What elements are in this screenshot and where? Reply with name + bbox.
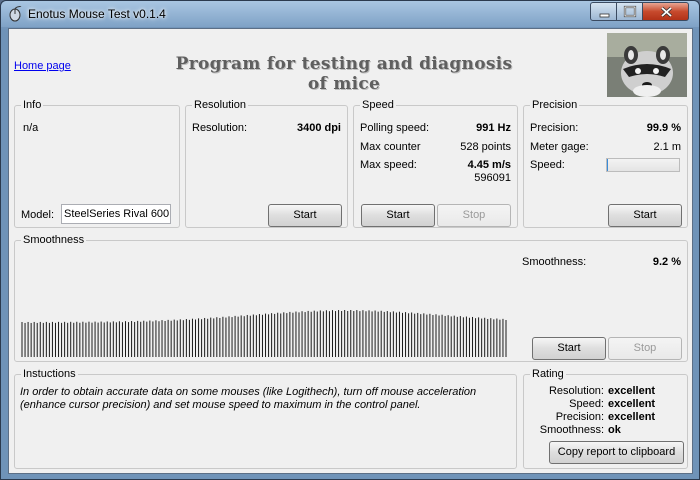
max-counter-value: 528 points xyxy=(460,141,511,153)
rating-speed-label: Speed: xyxy=(569,398,604,410)
precision-value: 99.9 % xyxy=(646,122,681,134)
polling-speed-value: 991 Hz xyxy=(476,122,511,134)
raccoon-image xyxy=(607,33,687,97)
meter-gage-label: Meter gage: xyxy=(530,141,589,153)
precision-speed-label: Speed: xyxy=(530,159,565,171)
resolution-group: Resolution Resolution: 3400 dpi Start xyxy=(185,99,348,228)
precision-group: Precision Precision: 99.9 % Meter gage: … xyxy=(523,99,688,228)
max-speed-value: 4.45 m/s xyxy=(467,159,511,171)
program-banner: Program for testing and diagnosis of mic… xyxy=(175,54,513,94)
home-page-link[interactable]: Home page xyxy=(14,60,71,72)
speed-group: Speed Polling speed: 991 Hz Max counter … xyxy=(353,99,518,228)
maximize-icon xyxy=(623,5,637,18)
smoothness-graph xyxy=(21,310,507,357)
speed-stop-button[interactable]: Stop xyxy=(437,204,511,227)
precision-speed-bar xyxy=(606,158,680,172)
rating-legend: Rating xyxy=(530,368,566,381)
mouse-app-icon xyxy=(9,6,22,22)
precision-speed-fill xyxy=(607,159,609,171)
precision-start-button[interactable]: Start xyxy=(608,204,682,227)
smoothness-stop-button[interactable]: Stop xyxy=(608,337,682,360)
app-window: Enotus Mouse Test v0.1.4 Home page Progr… xyxy=(0,0,700,480)
title-bar[interactable]: Enotus Mouse Test v0.1.4 xyxy=(1,1,699,27)
copy-report-button[interactable]: Copy report to clipboard xyxy=(549,441,684,464)
speed-start-button[interactable]: Start xyxy=(361,204,435,227)
speed-legend: Speed xyxy=(360,99,396,112)
precision-label: Precision: xyxy=(530,122,579,134)
rating-resolution-label: Resolution: xyxy=(548,385,604,397)
info-legend: Info xyxy=(21,99,44,112)
resolution-start-button[interactable]: Start xyxy=(268,204,342,227)
max-speed-label: Max speed: xyxy=(360,159,417,171)
rating-precision-label: Precision: xyxy=(555,411,604,423)
rating-resolution-value: excellent xyxy=(608,385,656,397)
info-group: Info n/a Model: SteelSeries Rival 600 xyxy=(14,99,180,228)
close-icon xyxy=(660,6,673,18)
resolution-legend: Resolution xyxy=(192,99,248,112)
model-label: Model: xyxy=(21,209,55,221)
raw-speed-value: 596091 xyxy=(474,172,511,184)
client-area: Home page Program for testing and diagno… xyxy=(8,28,693,474)
resolution-label: Resolution: xyxy=(192,122,248,134)
minimize-icon xyxy=(599,13,610,18)
rating-smoothness-value: ok xyxy=(608,424,621,436)
rating-group: Rating Resolution: excellent Speed: exce… xyxy=(523,368,688,469)
model-field[interactable]: SteelSeries Rival 600 xyxy=(61,204,171,224)
instructions-text: In order to obtain accurate data on some… xyxy=(20,386,477,411)
smoothness-value: 9.2 % xyxy=(652,256,681,268)
rating-precision-value: excellent xyxy=(608,411,656,423)
window-title: Enotus Mouse Test v0.1.4 xyxy=(28,7,166,21)
smoothness-start-button[interactable]: Start xyxy=(532,337,606,360)
maximize-button[interactable] xyxy=(616,2,643,21)
polling-speed-label: Polling speed: xyxy=(360,122,430,134)
rating-smoothness-label: Smoothness: xyxy=(539,424,604,436)
minimize-button[interactable] xyxy=(590,2,617,21)
smoothness-legend: Smoothness xyxy=(21,234,87,247)
info-text: n/a xyxy=(23,122,39,134)
smoothness-label: Smoothness: xyxy=(522,256,587,268)
smoothness-group: Smoothness Smoothness: 9.2 % Start Stop xyxy=(14,234,688,362)
rating-speed-value: excellent xyxy=(608,398,656,410)
max-counter-label: Max counter xyxy=(360,141,421,153)
close-button[interactable] xyxy=(642,2,689,21)
instructions-group: Instuctions In order to obtain accurate … xyxy=(14,368,517,469)
instructions-legend: Instuctions xyxy=(21,368,78,381)
resolution-value: 3400 dpi xyxy=(296,122,341,134)
meter-gage-value: 2.1 m xyxy=(653,141,681,153)
precision-legend: Precision xyxy=(530,99,580,112)
